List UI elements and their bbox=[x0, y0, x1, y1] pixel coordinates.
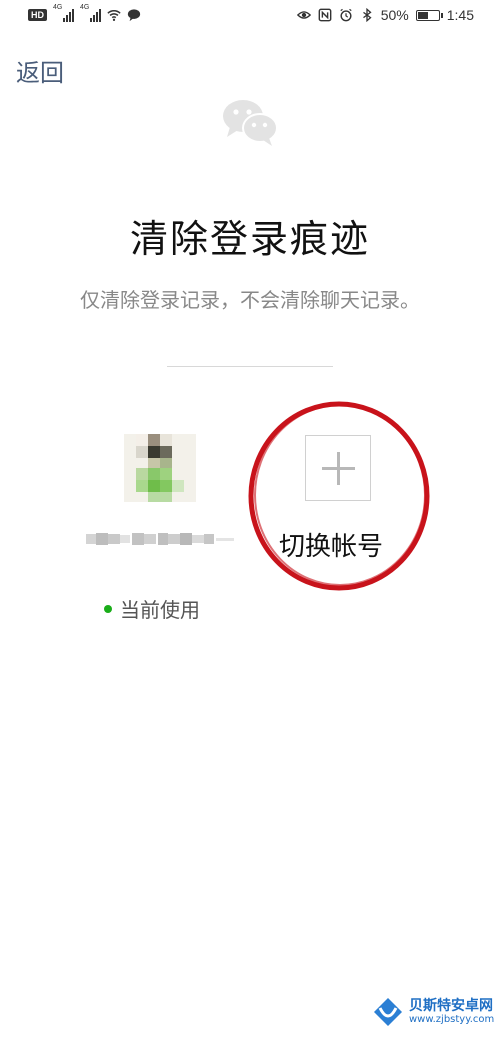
watermark-url: www.zjbstyy.com bbox=[409, 1014, 495, 1026]
page-subtitle: 仅清除登录记录，不会清除聊天记录。 bbox=[80, 288, 420, 312]
status-bar-left: HD 4G 4G bbox=[28, 4, 141, 22]
battery-percent: 50% bbox=[380, 7, 409, 23]
network-type-label: 4G bbox=[53, 4, 63, 11]
nfc-icon bbox=[318, 8, 332, 22]
network-type-label-2: 4G bbox=[80, 4, 90, 11]
account-name-pixelated bbox=[86, 533, 234, 545]
status-bar-right: 50% 1:45 bbox=[296, 7, 474, 23]
signal-icon: 4G bbox=[53, 4, 74, 22]
clock: 1:45 bbox=[446, 7, 474, 23]
watermark-badge: 贝斯特安卓网 www.zjbstyy.com bbox=[372, 996, 494, 1028]
eye-icon bbox=[296, 11, 311, 19]
avatar[interactable] bbox=[124, 434, 196, 502]
divider bbox=[167, 366, 333, 367]
battery-fill bbox=[417, 11, 428, 19]
signal-icon-2: 4G bbox=[80, 4, 101, 22]
alarm-icon bbox=[340, 8, 352, 22]
watermark-name: 贝斯特安卓网 bbox=[409, 997, 493, 1014]
avatar-pixelated-image bbox=[124, 434, 196, 502]
back-button[interactable]: 返回 bbox=[16, 53, 64, 88]
watermark-text: 贝斯特安卓网 www.zjbstyy.com bbox=[409, 997, 495, 1026]
highlight-circle-annotation bbox=[248, 401, 430, 591]
status-dot bbox=[104, 604, 112, 613]
current-status: 当前使用 bbox=[104, 594, 200, 623]
watermark-logo-icon bbox=[374, 998, 402, 1026]
chat-bubble-icon bbox=[127, 9, 141, 22]
status-bar: HD 4G 4G 50% 1:45 bbox=[0, 0, 500, 36]
hd-badge: HD bbox=[28, 9, 47, 21]
page-title: 清除登录痕迹 bbox=[129, 217, 370, 261]
battery-icon bbox=[415, 9, 443, 21]
wifi-icon bbox=[107, 9, 121, 21]
wechat-logo-icon bbox=[223, 100, 278, 146]
current-status-label: 当前使用 bbox=[120, 598, 200, 622]
bluetooth-icon bbox=[362, 8, 372, 22]
